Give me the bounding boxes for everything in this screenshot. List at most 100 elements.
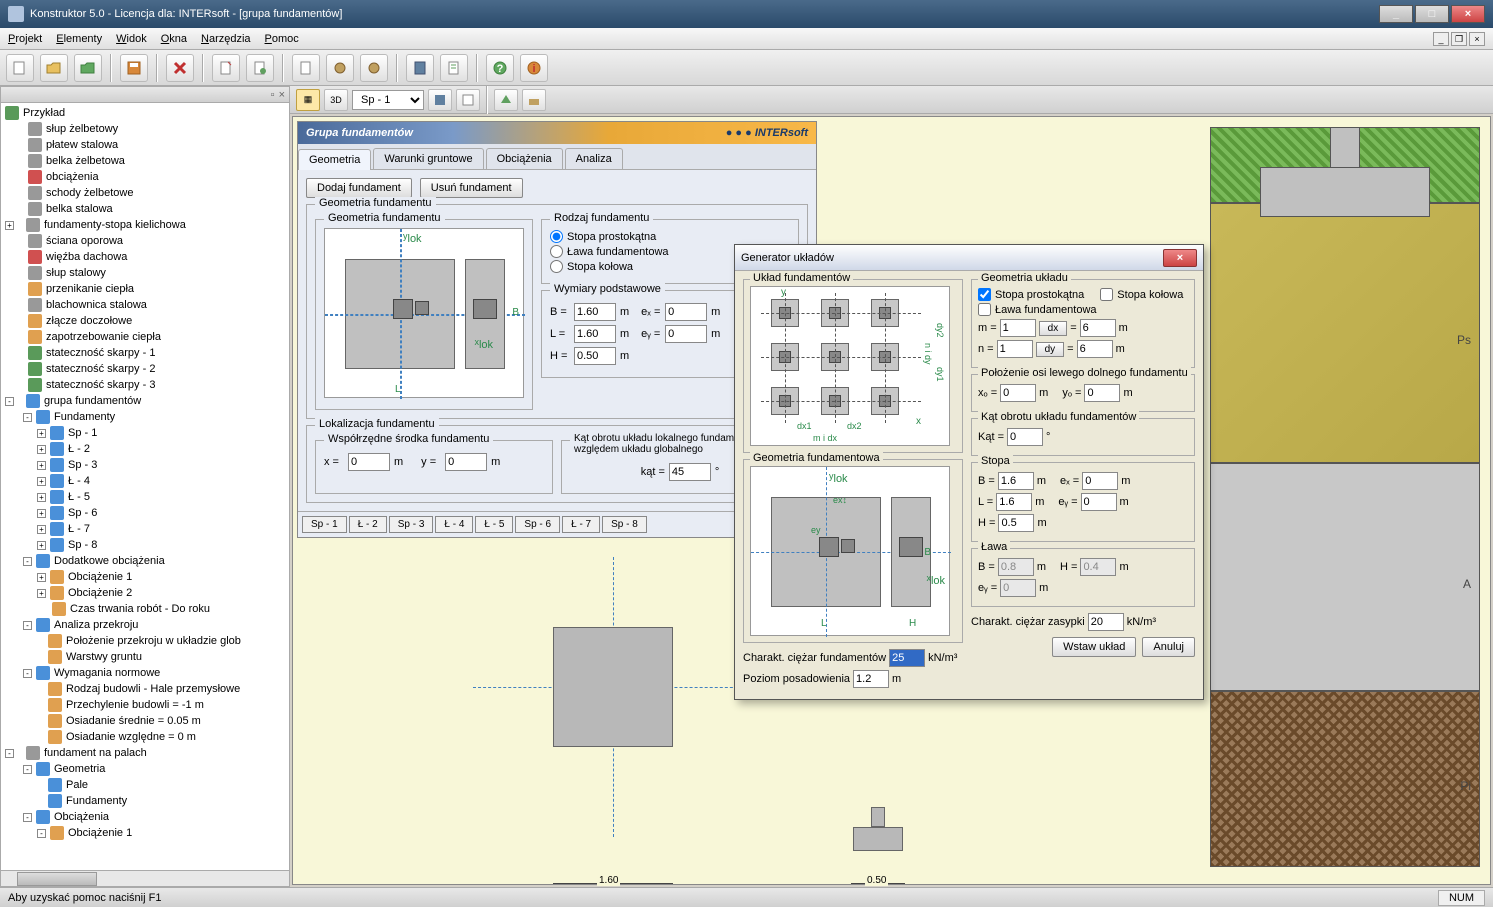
ct-btn1[interactable] — [428, 89, 452, 111]
foot-tab[interactable]: Ł - 2 — [349, 516, 387, 533]
maximize-button[interactable]: □ — [1415, 5, 1449, 23]
view-toolbar: ▦ 3D Sp - 1 — [290, 86, 1493, 114]
menu-narzedzia[interactable]: Narzędzia — [201, 33, 251, 45]
dlg-dx[interactable] — [1080, 319, 1116, 337]
dlg-st-ey[interactable] — [1081, 493, 1117, 511]
form-title: Grupa fundamentów — [306, 127, 413, 139]
dlg-ciezar-fund[interactable] — [889, 649, 925, 667]
dlg-dx-btn[interactable]: dx — [1039, 321, 1068, 336]
input-kat[interactable] — [669, 463, 711, 481]
ct-btn2[interactable] — [456, 89, 480, 111]
foot-tab[interactable]: Ł - 7 — [562, 516, 600, 533]
dlg-kat[interactable] — [1007, 428, 1043, 446]
dlg-dy-btn[interactable]: dy — [1036, 342, 1065, 357]
dlg-m[interactable] — [1000, 319, 1036, 337]
chk-lawa[interactable] — [978, 303, 991, 316]
doc1-button[interactable] — [212, 54, 240, 82]
dlg-dy[interactable] — [1077, 340, 1113, 358]
input-H[interactable] — [574, 347, 616, 365]
statusbar: Aby uzyskać pomoc naciśnij F1 NUM — [0, 887, 1493, 907]
save-button[interactable] — [120, 54, 148, 82]
input-ey[interactable] — [665, 325, 707, 343]
input-y[interactable] — [445, 453, 487, 471]
tab-warunki[interactable]: Warunki gruntowe — [373, 148, 483, 169]
menu-widok[interactable]: Widok — [116, 33, 147, 45]
radio-kolowa[interactable] — [550, 260, 563, 273]
radio-lawa[interactable] — [550, 245, 563, 258]
dialog-title: Generator układów — [741, 252, 834, 264]
gear1-button[interactable] — [326, 54, 354, 82]
chk-stopa-kol[interactable] — [1100, 288, 1113, 301]
foundation-geom-diagram: L H B ylok xlok ex↕ ey — [750, 466, 950, 636]
ct-btn4[interactable] — [522, 89, 546, 111]
view-3d-button[interactable]: 3D — [324, 89, 348, 111]
radio-stopa[interactable] — [550, 230, 563, 243]
generator-dialog: Generator układów × Układ fundamentów — [734, 244, 1204, 700]
dlg-st-B[interactable] — [998, 472, 1034, 490]
foot-tab[interactable]: Ł - 5 — [475, 516, 513, 533]
help-button[interactable]: ? — [486, 54, 514, 82]
add-foundation-button[interactable]: Dodaj fundament — [306, 178, 412, 198]
geometry-diagram: L B ylok xlok — [324, 228, 524, 398]
menu-okna[interactable]: Okna — [161, 33, 187, 45]
tree-pin-icon[interactable]: ▫ — [271, 89, 275, 101]
report-button[interactable] — [440, 54, 468, 82]
input-L[interactable] — [574, 325, 616, 343]
dlg-st-H[interactable] — [998, 514, 1034, 532]
new-button[interactable] — [6, 54, 34, 82]
dlg-insert-button[interactable]: Wstaw układ — [1052, 637, 1136, 657]
mdi-close[interactable]: × — [1469, 32, 1485, 46]
input-x[interactable] — [348, 453, 390, 471]
project-tree[interactable]: Przykład słup żelbetowypłatew stalowabel… — [1, 103, 289, 870]
open-button[interactable] — [40, 54, 68, 82]
doc2-button[interactable] — [246, 54, 274, 82]
doc3-button[interactable] — [292, 54, 320, 82]
remove-foundation-button[interactable]: Usuń fundament — [420, 178, 523, 198]
dlg-cancel-button[interactable]: Anuluj — [1142, 637, 1195, 657]
tab-obciazenia[interactable]: Obciążenia — [486, 148, 563, 169]
open2-button[interactable] — [74, 54, 102, 82]
delete-button[interactable] — [166, 54, 194, 82]
dlg-ciezar-zas[interactable] — [1088, 613, 1124, 631]
mdi-minimize[interactable]: _ — [1433, 32, 1449, 46]
dlg-poziom[interactable] — [853, 670, 889, 688]
view-2d-button[interactable]: ▦ — [296, 89, 320, 111]
svg-text:?: ? — [497, 63, 504, 75]
close-button[interactable]: × — [1451, 5, 1485, 23]
tree-root[interactable]: Przykład — [23, 107, 65, 119]
foot-tab[interactable]: Sp - 1 — [302, 516, 347, 533]
svg-text:i: i — [532, 63, 535, 75]
element-select[interactable]: Sp - 1 — [352, 90, 424, 110]
input-ex[interactable] — [665, 303, 707, 321]
dialog-close-button[interactable]: × — [1163, 249, 1197, 267]
dlg-xo[interactable] — [1000, 384, 1036, 402]
input-B[interactable] — [574, 303, 616, 321]
foot-tab[interactable]: Sp - 6 — [515, 516, 560, 533]
project-tree-panel: ▫ × Przykład słup żelbetowypłatew stalow… — [0, 86, 290, 887]
chk-stopa-prost[interactable] — [978, 288, 991, 301]
dlg-la-B — [998, 558, 1034, 576]
layout-grid-diagram: dx1 dx2 m i dx dy2 dy1 n i dy x y — [750, 286, 950, 446]
minimize-button[interactable]: _ — [1379, 5, 1413, 23]
mdi-restore[interactable]: ❐ — [1451, 32, 1467, 46]
menu-elementy[interactable]: Elementy — [56, 33, 102, 45]
gear2-button[interactable] — [360, 54, 388, 82]
menu-projekt[interactable]: Projekt — [8, 33, 42, 45]
foot-tab[interactable]: Sp - 8 — [602, 516, 647, 533]
tree-close-icon[interactable]: × — [279, 89, 285, 101]
foot-tab[interactable]: Ł - 4 — [435, 516, 473, 533]
tab-geometria[interactable]: Geometria — [298, 149, 371, 170]
tab-analiza[interactable]: Analiza — [565, 148, 623, 169]
calc-button[interactable] — [406, 54, 434, 82]
info-button[interactable]: i — [520, 54, 548, 82]
dlg-st-L[interactable] — [996, 493, 1032, 511]
foot-tab[interactable]: Sp - 3 — [389, 516, 434, 533]
main-toolbar: ? i — [0, 50, 1493, 86]
ct-btn3[interactable] — [494, 89, 518, 111]
tree-hscroll[interactable] — [1, 870, 289, 886]
dlg-st-ex[interactable] — [1082, 472, 1118, 490]
dlg-la-H — [1080, 558, 1116, 576]
menu-pomoc[interactable]: Pomoc — [265, 33, 299, 45]
dlg-n[interactable] — [997, 340, 1033, 358]
dlg-yo[interactable] — [1084, 384, 1120, 402]
